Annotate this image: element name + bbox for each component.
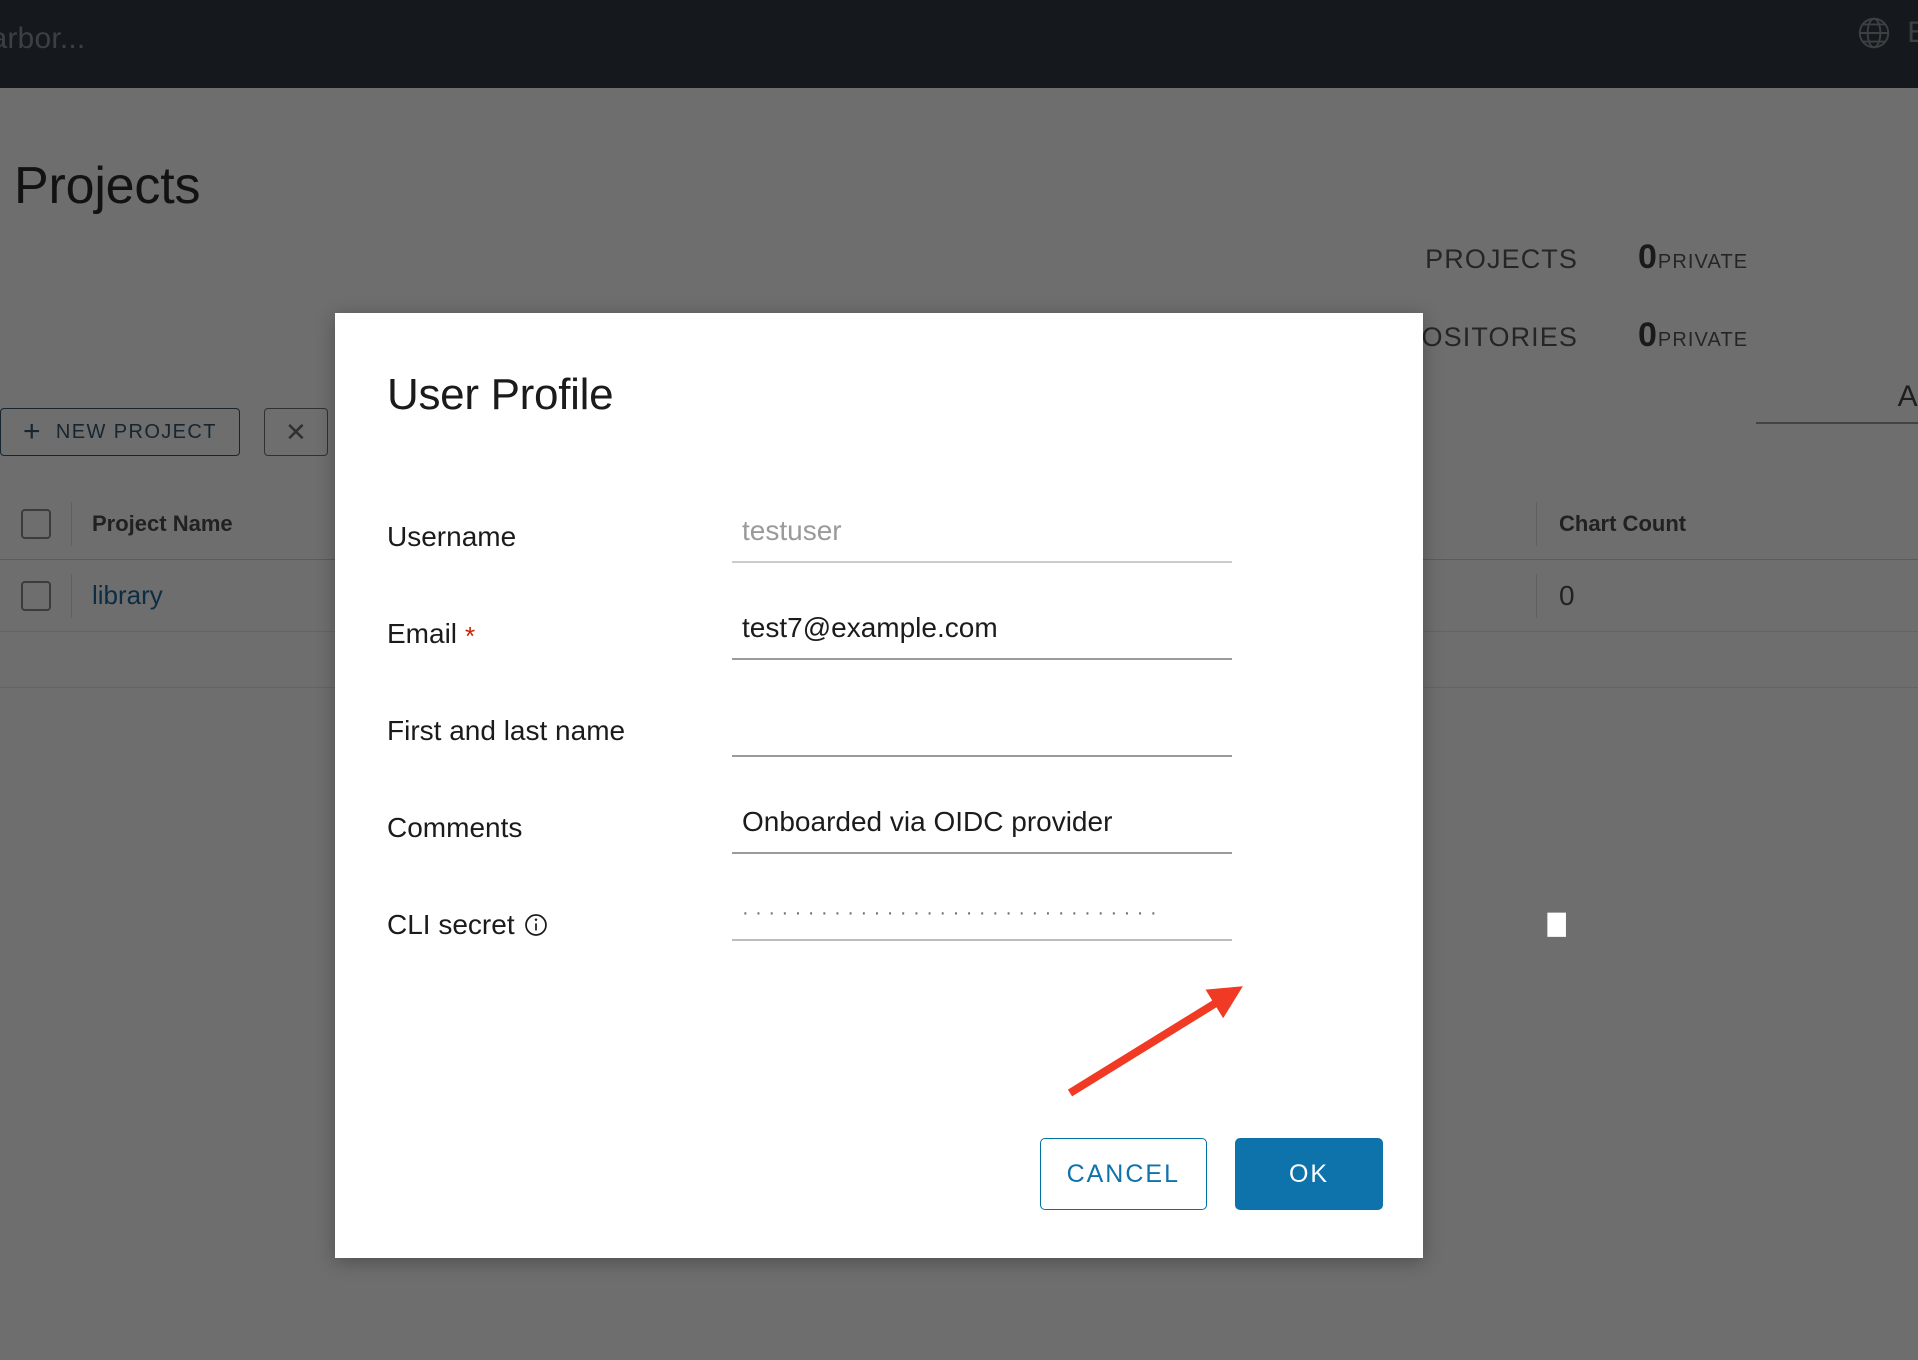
user-profile-form: Username Email * First and last	[387, 515, 1650, 1000]
comments-label-group: Comments	[387, 806, 732, 844]
comments-input[interactable]	[732, 806, 1232, 854]
form-row-cli-secret: CLI secret ·····························…	[387, 903, 1650, 1000]
cli-secret-masked-value[interactable]: ································	[732, 903, 1232, 941]
email-field-wrap	[732, 612, 1232, 660]
fullname-field-wrap	[732, 709, 1232, 757]
email-input[interactable]	[732, 612, 1232, 660]
form-row-email: Email *	[387, 612, 1387, 709]
app-root: ch Harbor... En Projects PR	[0, 0, 1918, 1360]
form-row-comments: Comments	[387, 806, 1387, 903]
email-label: Email	[387, 618, 458, 649]
cli-secret-field-wrap: ································	[732, 903, 1232, 941]
dialog-actions: CANCEL OK	[1039, 1138, 1383, 1210]
fullname-label: First and last name	[387, 715, 626, 746]
form-row-fullname: First and last name	[387, 709, 1387, 806]
more-options-button[interactable]: ⋯	[1612, 908, 1657, 943]
cli-secret-actions: ⋯	[1542, 903, 1657, 948]
comments-field-wrap	[732, 806, 1232, 854]
comments-label: Comments	[387, 812, 523, 843]
username-label-group: Username	[387, 515, 732, 553]
required-asterisk: *	[465, 621, 476, 651]
email-label-group: Email *	[387, 612, 732, 650]
username-input	[732, 515, 1232, 563]
user-profile-dialog: User Profile Username Email *	[335, 313, 1650, 1258]
form-row-username: Username	[387, 515, 1387, 612]
info-icon[interactable]	[523, 912, 549, 938]
fullname-input[interactable]	[732, 709, 1232, 757]
username-field-wrap	[732, 515, 1232, 563]
cli-secret-label: CLI secret	[387, 909, 515, 940]
ok-button[interactable]: OK	[1235, 1138, 1383, 1210]
fullname-label-group: First and last name	[387, 709, 732, 747]
copy-icon	[1542, 903, 1582, 948]
username-label: Username	[387, 521, 517, 552]
cli-secret-label-group: CLI secret	[387, 903, 732, 941]
copy-secret-button[interactable]	[1542, 903, 1582, 948]
dialog-title: User Profile	[387, 370, 614, 419]
cancel-button[interactable]: CANCEL	[1039, 1138, 1207, 1210]
